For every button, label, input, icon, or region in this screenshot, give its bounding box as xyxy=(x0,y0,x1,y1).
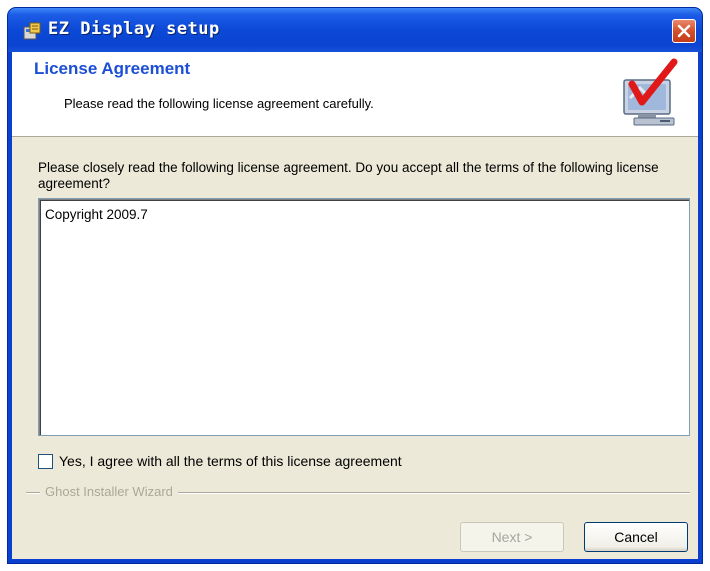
page-subtitle: Please read the following license agreem… xyxy=(64,96,374,111)
dialog-body: License Agreement Please read the follow… xyxy=(12,52,698,559)
page-title: License Agreement xyxy=(34,59,191,78)
setup-window: EZ Display setup License Agreement Pleas… xyxy=(8,8,702,563)
group-label: Ghost Installer Wizard xyxy=(40,484,178,499)
title-bar[interactable]: EZ Display setup xyxy=(8,8,702,52)
next-button[interactable]: Next > xyxy=(460,522,564,552)
cancel-button[interactable]: Cancel xyxy=(584,522,688,552)
instruction-text: Please closely read the following licens… xyxy=(38,160,659,191)
window-title: EZ Display setup xyxy=(48,19,220,39)
close-button[interactable] xyxy=(672,19,696,43)
license-text: Copyright 2009.7 xyxy=(45,207,148,222)
close-icon xyxy=(677,24,691,38)
agree-checkbox[interactable] xyxy=(38,454,53,469)
agree-label[interactable]: Yes, I agree with all the terms of this … xyxy=(59,453,402,469)
computer-checkmark-icon xyxy=(616,58,682,133)
license-textarea[interactable]: Copyright 2009.7 xyxy=(38,198,690,436)
wizard-header: License Agreement Please read the follow… xyxy=(12,52,698,137)
installer-app-icon xyxy=(22,21,42,41)
